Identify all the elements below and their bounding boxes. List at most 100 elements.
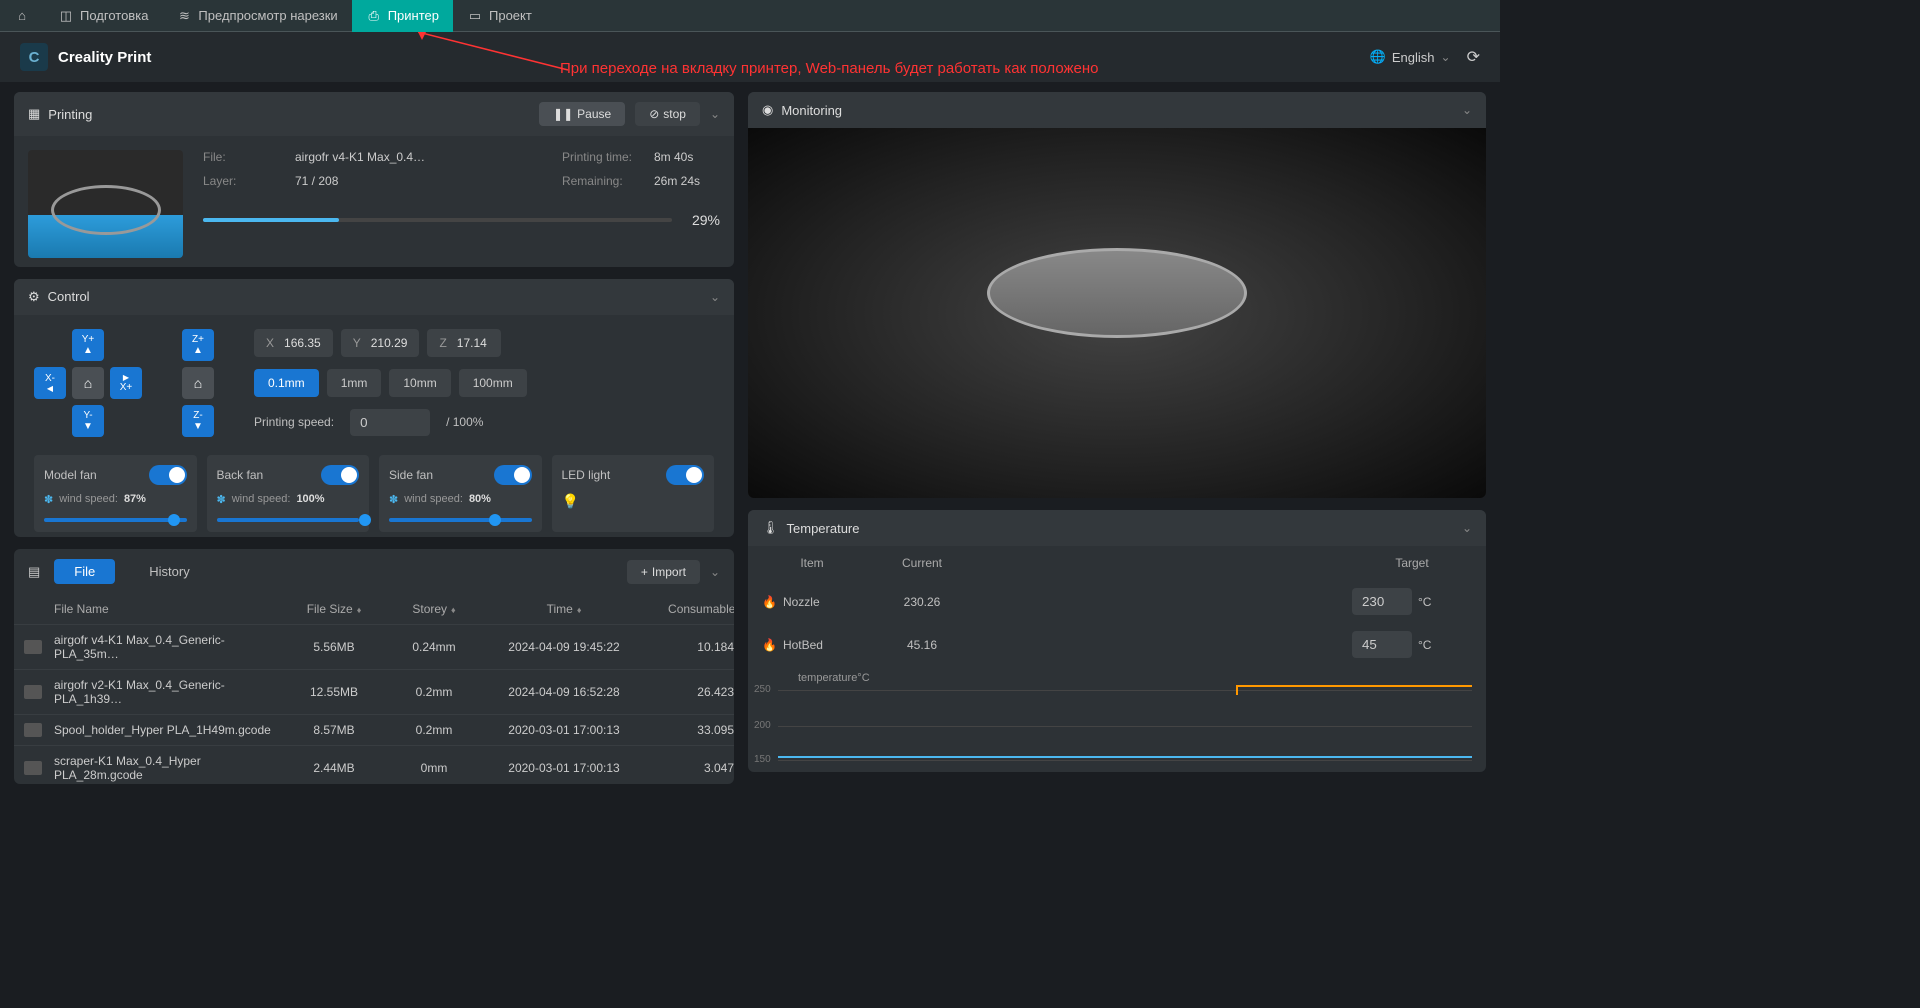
collapse-icon[interactable]: ⌄ xyxy=(710,107,720,121)
home-xy-button[interactable]: ⌂ xyxy=(72,367,104,399)
tab-project[interactable]: ▭Проект xyxy=(453,0,546,32)
brand-logo-icon: C xyxy=(20,43,48,71)
z-minus-button[interactable]: Z-▼ xyxy=(182,405,214,437)
temp-icon: 🔥 xyxy=(762,638,777,652)
cube-icon: ◫ xyxy=(58,8,74,24)
home-z-button[interactable]: ⌂ xyxy=(182,367,214,399)
file-storey: 0.2mm xyxy=(384,723,484,737)
fan-toggle[interactable] xyxy=(321,465,359,485)
x-plus-button[interactable]: ▶X+ xyxy=(110,367,142,399)
file-name: airgofr v2-K1 Max_0.4_Generic-PLA_1h39… xyxy=(54,678,284,706)
file-row[interactable]: airgofr v2-K1 Max_0.4_Generic-PLA_1h39… … xyxy=(14,670,734,715)
app-header: C Creality Print 🌐 English ⌄ ⟳ xyxy=(0,32,1500,82)
tab-label: Предпросмотр нарезки xyxy=(198,8,337,23)
pause-button[interactable]: ❚❚Pause xyxy=(539,102,625,126)
file-thumb-icon xyxy=(24,761,42,775)
speed-max: / 100% xyxy=(446,415,483,429)
temperature-chart: temperature°C 250 200 150 xyxy=(778,672,1472,772)
fan-card: Back fan✽wind speed:100% xyxy=(207,455,370,532)
stop-button[interactable]: ⊘stop xyxy=(635,102,700,126)
printing-panel: ▦Printing ❚❚Pause ⊘stop ⌄ File:airgofr v… xyxy=(14,92,734,267)
col-consumable[interactable]: Consumable xyxy=(668,602,734,616)
file-consumable: 10.184m xyxy=(644,640,734,654)
col-item: Item xyxy=(762,556,862,570)
z-pad: Z+▲ ⌂ Z-▼ xyxy=(182,329,214,437)
z-coord: Z17.14 xyxy=(427,329,501,357)
plus-icon: + xyxy=(641,565,648,579)
step-10mm[interactable]: 10mm xyxy=(389,369,450,397)
y-plus-button[interactable]: Y+▲ xyxy=(72,329,104,361)
col-filesize[interactable]: File Size xyxy=(307,602,353,616)
fan-toggle[interactable] xyxy=(666,465,704,485)
file-row[interactable]: Spool_holder_Hyper PLA_1H49m.gcode 8.57M… xyxy=(14,715,734,746)
control-panel: ⚙ Control ⌄ Y+▲ X-◀ ⌂ ▶X+ Y-▼ xyxy=(14,279,734,538)
file-time: 2024-04-09 19:45:22 xyxy=(484,640,644,654)
chevron-down-icon: ⌄ xyxy=(1441,50,1451,64)
refresh-icon[interactable]: ⟳ xyxy=(1467,47,1480,67)
y-minus-button[interactable]: Y-▼ xyxy=(72,405,104,437)
home-icon: ⌂ xyxy=(14,8,30,24)
file-time: 2020-03-01 17:00:13 xyxy=(484,723,644,737)
panel-title-text: Temperature xyxy=(787,521,860,536)
fan-name: Model fan xyxy=(44,468,97,482)
fan-slider[interactable] xyxy=(44,518,187,522)
tab-printer[interactable]: ⎙Принтер xyxy=(352,0,453,32)
col-storey[interactable]: Storey xyxy=(412,602,447,616)
step-100mm[interactable]: 100mm xyxy=(459,369,527,397)
fan-toggle[interactable] xyxy=(149,465,187,485)
col-time[interactable]: Time xyxy=(547,602,573,616)
tab-label: Проект xyxy=(489,8,532,23)
panel-title-text: Printing xyxy=(48,107,92,122)
monitoring-panel: ◉Monitoring ⌄ xyxy=(748,92,1486,498)
language-selector[interactable]: 🌐 English ⌄ xyxy=(1370,49,1451,65)
tab-home[interactable]: ⌂ xyxy=(0,0,44,32)
temp-target-input[interactable] xyxy=(1352,588,1412,615)
gear-icon: ⚙ xyxy=(28,289,40,305)
tab-preview[interactable]: ≋ Предпросмотр нарезки xyxy=(162,0,351,32)
import-button[interactable]: +Import xyxy=(627,560,700,584)
step-1mm[interactable]: 1mm xyxy=(327,369,382,397)
fan-toggle[interactable] xyxy=(494,465,532,485)
tab-prepare[interactable]: ◫ Подготовка xyxy=(44,0,162,32)
col-filename[interactable]: File Name xyxy=(54,602,109,616)
x-minus-button[interactable]: X-◀ xyxy=(34,367,66,399)
file-consumable: 3.047m xyxy=(644,761,734,775)
layer-value: 71 / 208 xyxy=(295,174,338,188)
collapse-icon[interactable]: ⌄ xyxy=(1462,521,1472,535)
collapse-icon[interactable]: ⌄ xyxy=(1462,103,1472,117)
layers-icon: ≋ xyxy=(176,8,192,24)
brand: C Creality Print xyxy=(20,43,151,71)
speed-label: Printing speed: xyxy=(254,415,334,429)
fan-card: Model fan✽wind speed:87% xyxy=(34,455,197,532)
fan-slider[interactable] xyxy=(217,518,360,522)
file-name: airgofr v4-K1 Max_0.4_Generic-PLA_35m… xyxy=(54,633,284,661)
model-thumbnail xyxy=(28,150,183,258)
col-current: Current xyxy=(862,556,982,570)
temp-target-input[interactable] xyxy=(1352,631,1412,658)
tab-label: Подготовка xyxy=(80,8,148,23)
temperature-row: 🔥Nozzle 230.26 °C xyxy=(748,580,1486,623)
collapse-icon[interactable]: ⌄ xyxy=(710,565,720,579)
file-name: airgofr v4-K1 Max_0.4… xyxy=(295,150,425,164)
xy-pad: Y+▲ X-◀ ⌂ ▶X+ Y-▼ xyxy=(34,329,142,437)
tab-file[interactable]: File xyxy=(54,559,115,584)
file-thumb-icon xyxy=(24,685,42,699)
camera-icon: ◉ xyxy=(762,102,773,118)
step-01mm[interactable]: 0.1mm xyxy=(254,369,319,397)
tab-history[interactable]: History xyxy=(129,559,209,584)
panel-title-text: Control xyxy=(48,289,90,304)
fan-slider[interactable] xyxy=(389,518,532,522)
file-time: 2020-03-01 17:00:13 xyxy=(484,761,644,775)
camera-view xyxy=(748,128,1486,498)
collapse-icon[interactable]: ⌄ xyxy=(710,290,720,304)
file-row[interactable]: scraper-K1 Max_0.4_Hyper PLA_28m.gcode 2… xyxy=(14,746,734,784)
temperature-row: 🔥HotBed 45.16 °C xyxy=(748,623,1486,666)
file-row[interactable]: airgofr v4-K1 Max_0.4_Generic-PLA_35m… 5… xyxy=(14,625,734,670)
file-consumable: 33.095m xyxy=(644,723,734,737)
file-time: 2024-04-09 16:52:28 xyxy=(484,685,644,699)
fan-card: LED light💡 xyxy=(552,455,715,532)
file-thumb-icon xyxy=(24,640,42,654)
z-plus-button[interactable]: Z+▲ xyxy=(182,329,214,361)
speed-input[interactable] xyxy=(350,409,430,436)
temp-current: 230.26 xyxy=(862,595,982,609)
